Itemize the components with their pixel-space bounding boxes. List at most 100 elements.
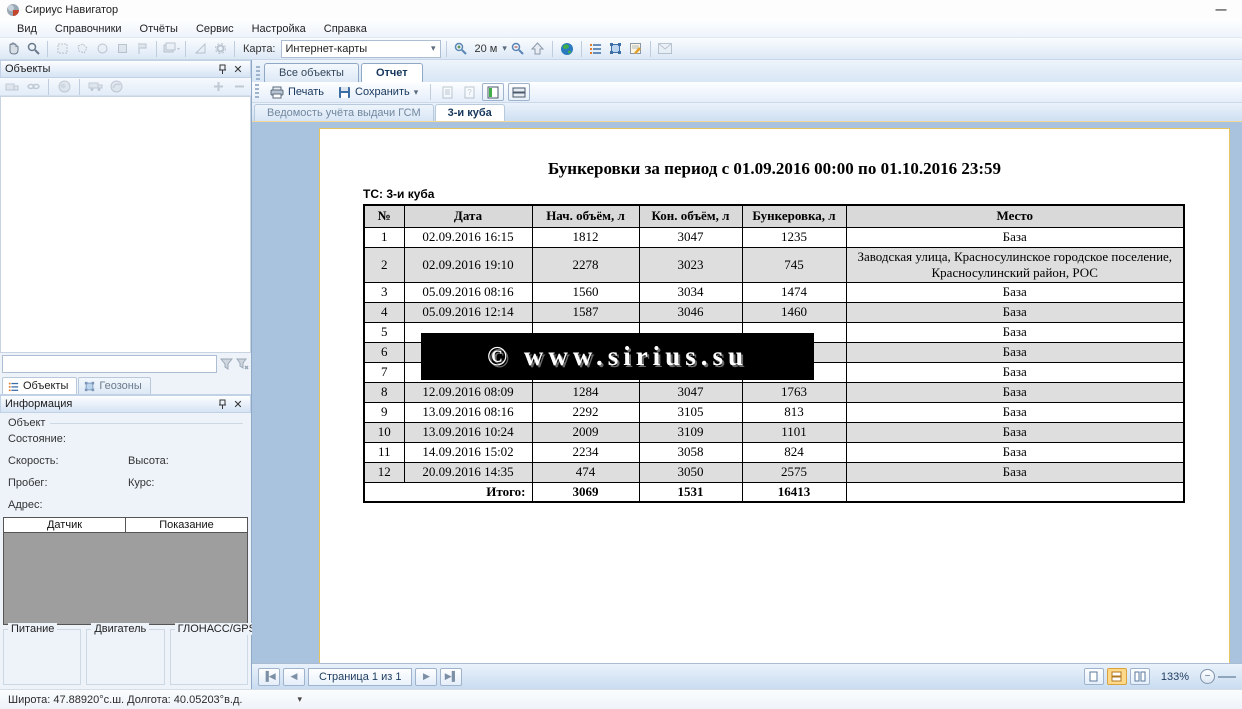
- table-cell: 1560: [532, 282, 639, 302]
- info-panel-title: Информация: [5, 398, 214, 410]
- track-icon[interactable]: [107, 79, 125, 95]
- select-square-icon[interactable]: [113, 41, 131, 57]
- table-row: 202.09.2016 19:1022783023745Заводская ул…: [364, 247, 1184, 282]
- zoom-out-slider-button[interactable]: −: [1200, 669, 1215, 684]
- menu-item-0[interactable]: Вид: [8, 22, 46, 36]
- tab-3i-kuba-label: 3-и куба: [448, 107, 492, 119]
- globe-gray-icon[interactable]: [55, 79, 73, 95]
- first-page-button[interactable]: ▐◀: [258, 668, 280, 686]
- save-dropdown-icon[interactable]: ▾: [414, 87, 419, 98]
- glonass-group: ГЛОНАСС/GPS: [170, 629, 248, 685]
- layers-icon[interactable]: [162, 41, 180, 57]
- watermark: © www.sirius.su: [421, 333, 814, 380]
- one-page-mode-button[interactable]: [1084, 668, 1104, 685]
- multi-page-mode-button[interactable]: [1130, 668, 1150, 685]
- table-cell: База: [846, 382, 1184, 402]
- tab-fuel-sheet[interactable]: Ведомость учёта выдачи ГСМ: [254, 104, 434, 121]
- save-button[interactable]: Сохранить ▾: [333, 85, 423, 100]
- tab-report[interactable]: Отчет: [361, 63, 423, 82]
- menu-item-5[interactable]: Справка: [315, 22, 376, 36]
- close-icon[interactable]: ✕: [230, 397, 246, 411]
- zoom-scale-caret-icon[interactable]: ▾: [502, 43, 507, 54]
- sensor-table-body[interactable]: [4, 533, 247, 624]
- tab-geozones-label: Геозоны: [99, 380, 141, 392]
- prev-page-button[interactable]: ◀: [283, 668, 305, 686]
- clear-filter-icon[interactable]: [236, 358, 249, 370]
- table-cell: 6: [364, 342, 404, 362]
- menu-item-4[interactable]: Настройка: [243, 22, 315, 36]
- svg-text:?: ?: [467, 88, 472, 97]
- help-icon[interactable]: ?: [460, 84, 478, 100]
- toolbar-separator: [79, 79, 80, 95]
- pan-hand-icon[interactable]: [4, 41, 22, 57]
- statusbar-dropdown-icon[interactable]: ▾: [297, 694, 302, 705]
- add-object-icon[interactable]: [3, 79, 21, 95]
- power-group-label: Питание: [8, 623, 57, 635]
- table-cell: 3046: [639, 302, 742, 322]
- ruler-icon[interactable]: [191, 41, 209, 57]
- list-icon[interactable]: [587, 41, 605, 57]
- geozone-icon[interactable]: [607, 41, 625, 57]
- continuous-view-button[interactable]: [508, 83, 530, 101]
- fit-width-mode-button[interactable]: [1107, 668, 1127, 685]
- app-icon: [6, 3, 20, 17]
- grip-handle[interactable]: [255, 84, 259, 98]
- home-arrow-icon[interactable]: [529, 41, 547, 57]
- filter-input[interactable]: [2, 355, 217, 373]
- pin-icon[interactable]: [214, 62, 230, 76]
- objects-tree[interactable]: [0, 96, 251, 353]
- table-row: 1013.09.2016 10:24200931091101База: [364, 422, 1184, 442]
- tab-all-objects[interactable]: Все объекты: [264, 63, 359, 82]
- menu-item-2[interactable]: Отчёты: [131, 22, 187, 36]
- report-vehicle: ТС: 3-и куба: [363, 187, 1229, 201]
- single-page-view-button[interactable]: [482, 83, 504, 101]
- tab-geozones[interactable]: Геозоны: [78, 377, 150, 394]
- close-icon[interactable]: ✕: [230, 62, 246, 76]
- report-title: Бункеровки за период с 01.09.2016 00:00 …: [320, 159, 1229, 179]
- objects-panel-header: Объекты ✕: [0, 60, 251, 78]
- select-rect-icon[interactable]: [53, 41, 71, 57]
- menu-item-1[interactable]: Справочники: [46, 22, 131, 36]
- print-button[interactable]: Печать: [265, 85, 329, 100]
- collapse-minus-icon[interactable]: [230, 79, 248, 95]
- engine-group-label: Двигатель: [91, 623, 149, 635]
- page-setup-icon[interactable]: [438, 84, 456, 100]
- zoom-scale-value[interactable]: 20 м: [475, 43, 498, 55]
- table-cell: База: [846, 282, 1184, 302]
- zoom-select-icon[interactable]: [24, 41, 42, 57]
- table-cell: База: [846, 442, 1184, 462]
- pin-icon[interactable]: [214, 397, 230, 411]
- filter-icon[interactable]: [220, 358, 233, 370]
- floppy-icon: [338, 86, 351, 99]
- gear-icon[interactable]: [211, 41, 229, 57]
- zoom-slider[interactable]: [1218, 676, 1236, 678]
- vehicle-icon[interactable]: [86, 79, 104, 95]
- select-circle-icon[interactable]: [93, 41, 111, 57]
- flag-icon[interactable]: [133, 41, 151, 57]
- zoom-out-icon[interactable]: [509, 41, 527, 57]
- map-select[interactable]: Интернет-карты ▾: [281, 40, 441, 58]
- minimize-button[interactable]: —: [1206, 4, 1236, 16]
- link-objects-icon[interactable]: [24, 79, 42, 95]
- last-page-button[interactable]: ▶▌: [440, 668, 462, 686]
- menu-item-3[interactable]: Сервис: [187, 22, 243, 36]
- globe-icon[interactable]: [558, 41, 576, 57]
- app-window: Сириус Навигатор — ВидСправочникиОтчётыС…: [0, 0, 1242, 709]
- tab-objects[interactable]: Объекты: [2, 377, 77, 394]
- grip-handle[interactable]: [256, 66, 260, 80]
- left-panel-tabs: Объекты Геозоны: [0, 375, 251, 395]
- table-cell: База: [846, 462, 1184, 482]
- objects-toolbar: [0, 78, 251, 96]
- select-polygon-icon[interactable]: [73, 41, 91, 57]
- report-viewport[interactable]: Бункеровки за период с 01.09.2016 00:00 …: [252, 122, 1242, 663]
- tab-3i-kuba[interactable]: 3-и куба: [435, 104, 505, 121]
- zoom-in-icon[interactable]: [452, 41, 470, 57]
- expand-plus-icon[interactable]: [209, 79, 227, 95]
- envelope-icon[interactable]: [656, 41, 674, 57]
- geozone-icon: [84, 381, 95, 392]
- table-cell: 14.09.2016 15:02: [404, 442, 532, 462]
- next-page-button[interactable]: ▶: [415, 668, 437, 686]
- edit-note-icon[interactable]: [627, 41, 645, 57]
- height-label: Высота:: [128, 455, 169, 467]
- mileage-label: Пробег:: [8, 477, 128, 489]
